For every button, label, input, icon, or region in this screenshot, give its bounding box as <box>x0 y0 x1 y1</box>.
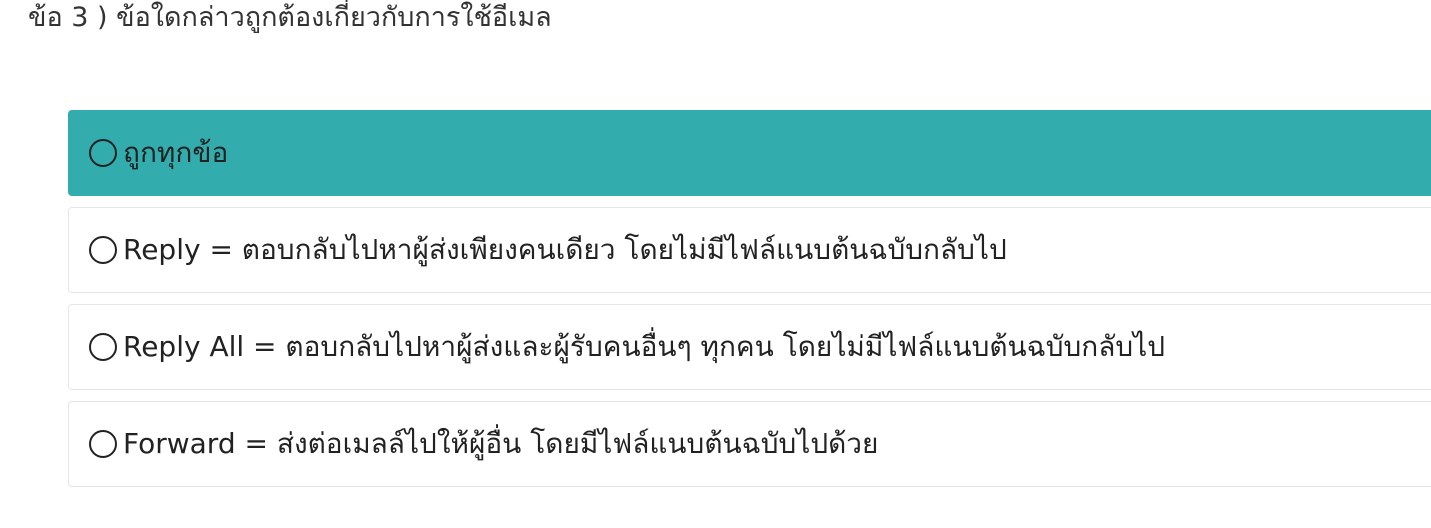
choice-option-4[interactable]: Forward = ส่งต่อเมลล์ไปให้ผู้อื่น โดยมีไ… <box>68 401 1431 487</box>
question-title: ข้อ 3 ) ข้อใดกล่าวถูกต้องเกี่ยวกับการใช้… <box>28 2 552 33</box>
radio-circle-icon[interactable] <box>89 139 117 167</box>
answer-choices: ถูกทุกข้อ Reply = ตอบกลับไปหาผู้ส่งเพียง… <box>68 110 1431 498</box>
choice-label: ถูกทุกข้อ <box>123 136 229 169</box>
choice-label: Reply = ตอบกลับไปหาผู้ส่งเพียงคนเดียว โด… <box>123 233 1007 266</box>
choice-label: Forward = ส่งต่อเมลล์ไปให้ผู้อื่น โดยมีไ… <box>123 427 879 460</box>
radio-circle-icon[interactable] <box>89 430 117 458</box>
radio-circle-icon[interactable] <box>89 236 117 264</box>
choice-label: Reply All = ตอบกลับไปหาผู้ส่งและผู้รับคน… <box>123 330 1166 363</box>
choice-option-2[interactable]: Reply = ตอบกลับไปหาผู้ส่งเพียงคนเดียว โด… <box>68 207 1431 293</box>
choice-option-1[interactable]: ถูกทุกข้อ <box>68 110 1431 196</box>
radio-circle-icon[interactable] <box>89 333 117 361</box>
choice-option-3[interactable]: Reply All = ตอบกลับไปหาผู้ส่งและผู้รับคน… <box>68 304 1431 390</box>
